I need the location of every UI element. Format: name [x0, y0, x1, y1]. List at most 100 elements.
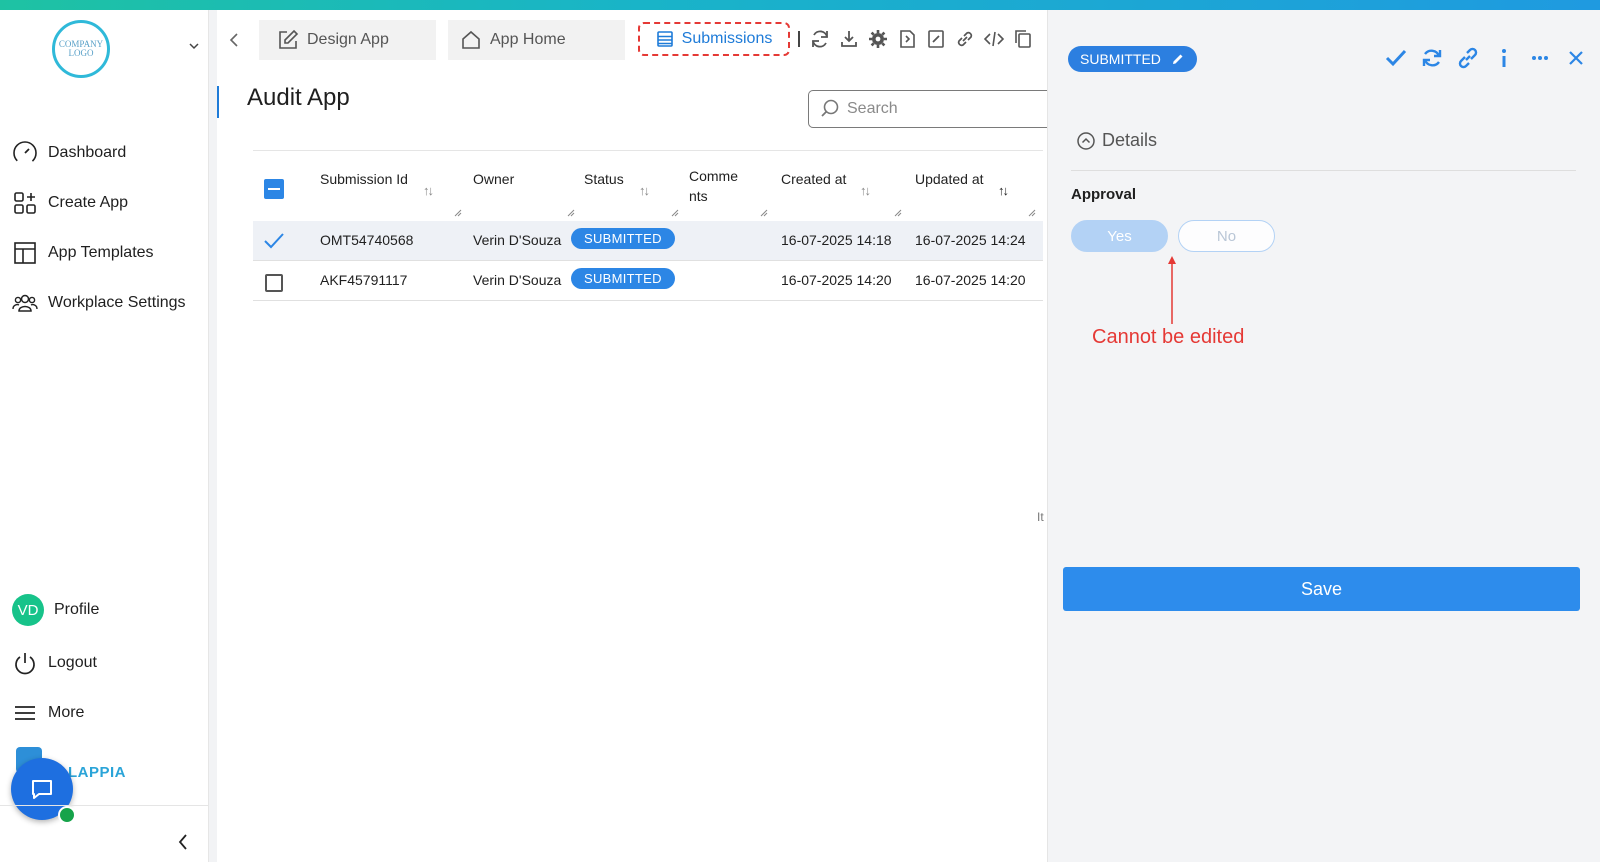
sidebar-item-label: Workplace Settings — [48, 294, 186, 311]
status-badge: SUBMITTED — [571, 228, 675, 249]
chevron-down-icon[interactable] — [188, 40, 200, 52]
cell-owner: Verin D'Souza — [473, 272, 562, 288]
checkmark-icon[interactable] — [263, 231, 285, 251]
edit-file-button[interactable] — [925, 28, 947, 50]
column-resize-handle[interactable] — [894, 209, 902, 217]
chevron-up-circle-icon — [1077, 131, 1095, 150]
page-title-accent — [217, 86, 219, 118]
edit-square-icon — [279, 29, 299, 49]
sidebar-item-label: App Templates — [48, 244, 154, 261]
company-logo[interactable]: COMPANY LOGO — [52, 20, 110, 78]
online-status-dot — [58, 806, 76, 824]
column-header[interactable]: Comme nts — [689, 166, 741, 206]
sort-arrows-icon[interactable]: ↑↓ — [423, 183, 434, 198]
approve-button[interactable] — [1384, 44, 1408, 72]
export-button[interactable] — [896, 28, 918, 50]
sort-desc-icon[interactable]: ↑↓ — [998, 183, 1009, 198]
pencil-icon — [1172, 54, 1183, 64]
column-resize-handle[interactable] — [671, 209, 679, 217]
truncated-text: It — [1037, 510, 1044, 524]
cell-submission-id[interactable]: AKF45791117 — [320, 272, 407, 288]
edit-file-icon — [928, 30, 944, 48]
info-button[interactable] — [1492, 44, 1516, 72]
check-icon — [1385, 49, 1407, 67]
sidebar-item-create-app[interactable]: Create App — [12, 190, 128, 216]
templates-icon — [14, 242, 36, 264]
tab-app-home[interactable]: App Home — [448, 20, 625, 60]
table-row[interactable]: AKF45791117 Verin D'Souza SUBMITTED 16-0… — [253, 261, 1043, 301]
column-resize-handle[interactable] — [454, 209, 462, 217]
power-icon — [15, 653, 35, 675]
column-header[interactable]: Updated at — [915, 171, 984, 187]
refresh-panel-button[interactable] — [1420, 44, 1444, 72]
sidebar-item-workplace-settings[interactable]: Workplace Settings — [12, 290, 186, 316]
cell-updated-at: 16-07-2025 14:24 — [915, 232, 1026, 248]
refresh-icon — [812, 30, 828, 48]
panel-toolbar — [1384, 44, 1588, 72]
sidebar-item-dashboard[interactable]: Dashboard — [12, 140, 126, 166]
refresh-icon — [1422, 49, 1442, 67]
column-header[interactable]: Created at — [781, 171, 846, 187]
divider — [1071, 170, 1576, 171]
copy-button[interactable] — [1012, 28, 1034, 50]
download-button[interactable] — [838, 28, 860, 50]
refresh-button[interactable] — [809, 28, 831, 50]
sidebar-item-more[interactable]: More — [12, 700, 84, 726]
search-icon — [821, 99, 839, 117]
close-panel-button[interactable] — [1564, 44, 1588, 72]
copy-link-button[interactable] — [1456, 44, 1480, 72]
details-section-toggle[interactable]: Details — [1076, 130, 1157, 151]
cell-submission-id[interactable]: OMT54740568 — [320, 232, 413, 248]
tab-label: App Home — [490, 31, 566, 48]
logout-label: Logout — [48, 654, 97, 671]
main-content — [217, 10, 1047, 862]
sidebar-item-app-templates[interactable]: App Templates — [12, 240, 154, 266]
select-all-checkbox[interactable] — [264, 179, 284, 199]
brand-name: LAPPIA — [68, 764, 127, 781]
column-header[interactable]: Submission Id — [320, 171, 408, 187]
search-input[interactable]: Search — [808, 90, 1048, 128]
ellipsis-icon — [1532, 56, 1548, 60]
toolbar — [798, 28, 1034, 50]
sidebar-item-label: Create App — [48, 194, 129, 211]
download-icon — [841, 31, 857, 47]
collapse-sidebar-icon[interactable] — [176, 832, 190, 852]
table-row[interactable]: OMT54740568 Verin D'Souza SUBMITTED 16-0… — [253, 221, 1043, 261]
column-resize-handle[interactable] — [567, 209, 575, 217]
column-header[interactable]: Status — [584, 171, 624, 187]
back-chevron-icon[interactable] — [227, 30, 241, 50]
toolbar-separator — [798, 31, 800, 47]
settings-button[interactable] — [867, 28, 889, 50]
approval-no-option: No — [1178, 220, 1275, 252]
sort-arrows-icon[interactable]: ↑↓ — [860, 183, 871, 198]
chat-icon — [32, 780, 52, 799]
column-header[interactable]: Owner — [473, 171, 514, 187]
more-options-button[interactable] — [1528, 44, 1552, 72]
save-button[interactable]: Save — [1063, 567, 1580, 611]
column-resize-handle[interactable] — [760, 209, 768, 217]
annotation-arrow — [1168, 256, 1176, 324]
tab-design-app[interactable]: Design App — [259, 20, 436, 60]
sort-arrows-icon[interactable]: ↑↓ — [639, 183, 650, 198]
embed-code-button[interactable] — [983, 28, 1005, 50]
create-app-icon — [14, 192, 36, 214]
logo-text: COMPANY LOGO — [58, 39, 104, 58]
tab-submissions[interactable]: Submissions — [638, 22, 790, 56]
copy-icon — [1015, 30, 1031, 48]
cell-owner: Verin D'Souza — [473, 232, 562, 248]
top-accent-bar — [0, 0, 1600, 10]
link-icon — [957, 31, 973, 47]
dashboard-gauge-icon — [13, 141, 37, 165]
home-icon — [462, 30, 480, 49]
annotation-text: Cannot be edited — [1092, 326, 1245, 348]
column-resize-handle[interactable] — [1028, 209, 1036, 217]
status-chip[interactable]: SUBMITTED — [1068, 46, 1197, 72]
sidebar-item-logout[interactable]: Logout — [12, 650, 97, 676]
sidebar-item-label: Dashboard — [48, 144, 127, 161]
link-icon — [1458, 47, 1478, 69]
sidebar-item-profile[interactable]: VD Profile — [12, 594, 99, 626]
link-button[interactable] — [954, 28, 976, 50]
people-icon — [12, 294, 38, 312]
tab-label: Design App — [307, 31, 389, 48]
row-checkbox[interactable] — [265, 274, 283, 292]
